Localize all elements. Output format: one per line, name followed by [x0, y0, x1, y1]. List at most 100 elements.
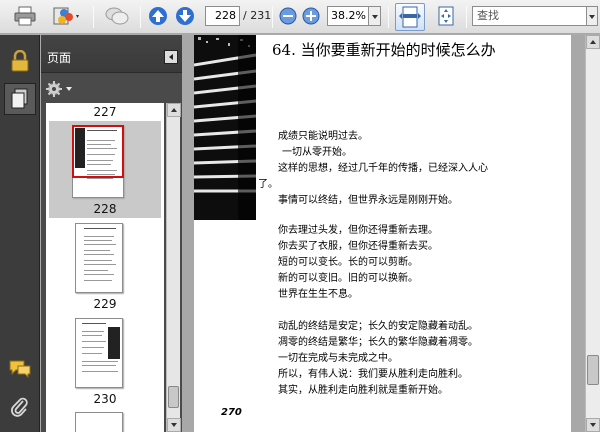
page-number-input[interactable]: 228: [205, 6, 240, 26]
toolbar-separator: [93, 6, 94, 28]
speech-bubbles-icon: [105, 7, 129, 25]
thumbnail-text-line: [84, 244, 116, 245]
thumbnail-text-line: [84, 236, 114, 237]
thumbnail-scrollbar[interactable]: [166, 103, 181, 432]
collapse-panel-button[interactable]: [164, 50, 178, 64]
visible-area-indicator[interactable]: [72, 125, 124, 178]
document-viewport[interactable]: 64. 当你要重新开始的时候怎么办 成绩只能说明过去。 一切从零开始。 这样的思…: [182, 35, 585, 432]
zoom-level-input[interactable]: 38.2%: [327, 6, 369, 26]
toolbar-separator: [272, 6, 273, 28]
scroll-thumb[interactable]: [168, 386, 179, 408]
document-text-line: 这样的思想，经过几千年的传播，已经深入人心: [278, 163, 488, 174]
toolbar-separator: [388, 6, 389, 28]
people-share-icon: [53, 7, 79, 25]
document-text-line: 动乱的终结是安定；长久的安定隐藏着动乱。: [278, 321, 478, 332]
toolbar-separator: [466, 6, 467, 28]
thumbnail-list: 227 228 229 230: [46, 103, 164, 432]
document-text-line: 一切从零开始。: [282, 147, 352, 158]
find-input[interactable]: 查找: [472, 6, 587, 26]
lock-icon: [11, 50, 29, 72]
scroll-up-button[interactable]: [167, 103, 181, 117]
document-text-line: 一切在完成与未完成之中。: [278, 353, 398, 364]
pages-panel-button[interactable]: [4, 83, 36, 115]
find-dropdown-button[interactable]: [587, 6, 598, 26]
pages-panel: 页面 227 228 229 230: [41, 35, 182, 432]
security-button[interactable]: [4, 45, 36, 77]
document-text-line: 你去买了衣服，但你还得重新去买。: [278, 241, 438, 252]
document-text-line: 凋零的终结是繁华；长久的繁华隐藏着凋零。: [278, 337, 478, 348]
thumbnail-page-231[interactable]: [75, 412, 123, 432]
thumbnail-text-line: [82, 335, 102, 336]
thumbnail-text-line: [82, 331, 104, 332]
printer-icon: [14, 6, 36, 26]
scroll-down-button[interactable]: [586, 418, 600, 432]
thumbnail-image: [108, 327, 120, 359]
comment-button[interactable]: [100, 5, 134, 27]
thumbnail-text-line: [84, 250, 110, 251]
zoom-in-button[interactable]: [301, 5, 321, 27]
thumbnail-text-line: [87, 178, 113, 179]
share-button[interactable]: [50, 5, 84, 27]
zoom-dropdown-button[interactable]: [369, 6, 381, 26]
minus-circle-icon: [279, 7, 297, 25]
paperclip-icon: [11, 397, 28, 417]
thumbnail-text-line: [84, 240, 112, 241]
thumbnail-text-line: [82, 371, 118, 372]
thumbnail-text-line: [84, 280, 112, 281]
thumbnail-label: 230: [93, 392, 117, 406]
document-text-line: 其实，从胜利走向胜利就是重新开始。: [278, 385, 448, 396]
fit-page-icon: [438, 6, 454, 26]
thumbnail-label: 229: [93, 297, 117, 311]
document-scrollbar[interactable]: [585, 35, 600, 432]
panel-header: 页面: [41, 35, 182, 73]
thumbnail-text-line: [84, 264, 116, 265]
toolbar: 228 / 231 38.2% 查找: [0, 0, 600, 34]
thumbnail-label: 228: [93, 202, 117, 216]
fit-width-icon: [399, 6, 421, 28]
thumbnail-label: 227: [93, 105, 117, 119]
arrow-down-icon: [176, 7, 194, 25]
document-text-line: 新的可以变旧。旧的可以换新。: [278, 273, 418, 284]
pages-icon: [11, 88, 28, 109]
fit-width-button[interactable]: [395, 3, 425, 31]
next-page-button[interactable]: [174, 5, 196, 27]
document-text-line: 短的可以变长。长的可以剪断。: [278, 257, 418, 268]
toolbar-separator: [140, 6, 141, 28]
document-text-line: 成绩只能说明过去。: [278, 131, 368, 142]
page-total-label: / 231: [243, 9, 272, 22]
arrow-up-icon: [149, 7, 167, 25]
document-text-line: 世界在生生不息。: [278, 289, 358, 300]
comments-button[interactable]: [4, 353, 36, 385]
document-page: 64. 当你要重新开始的时候怎么办 成绩只能说明过去。 一切从零开始。 这样的思…: [194, 35, 571, 432]
thumbnail-page-230[interactable]: [75, 318, 123, 388]
panel-title: 页面: [47, 51, 72, 65]
thumbnail-text-line: [84, 228, 116, 229]
thumbnail-text-line: [84, 254, 114, 255]
gear-icon: [46, 81, 72, 97]
thumbnail-text-line: [82, 365, 116, 366]
scroll-down-button[interactable]: [167, 418, 181, 432]
thumbnail-text-line: [84, 260, 112, 261]
staircase-photo: [194, 35, 256, 220]
document-text-line: 事情可以终结，但世界永远是刚刚开始。: [278, 195, 458, 206]
thumbnail-page-229[interactable]: [75, 223, 123, 293]
thumbnail-text-line: [82, 353, 102, 354]
comment-bubbles-icon: [9, 360, 31, 379]
thumbnail-text-line: [82, 361, 118, 362]
thumbnail-text-line: [82, 323, 106, 324]
document-text-line: 所以，有伟人说：我们要从胜利走向胜利。: [278, 369, 468, 380]
document-text-line: 你去理过头发，但你还得重新去理。: [278, 225, 438, 236]
attachments-button[interactable]: [4, 391, 36, 423]
plus-circle-icon: [302, 7, 320, 25]
fit-page-button[interactable]: [432, 5, 460, 27]
print-button[interactable]: [8, 5, 42, 27]
document-text-line: 了。: [258, 179, 278, 190]
scroll-thumb[interactable]: [587, 355, 599, 385]
navigation-rail: [0, 35, 40, 432]
printed-page-number: 270: [221, 407, 242, 418]
scroll-up-button[interactable]: [586, 35, 600, 49]
previous-page-button[interactable]: [147, 5, 169, 27]
panel-options-button[interactable]: [45, 79, 75, 99]
document-heading: 64. 当你要重新开始的时候怎么办: [272, 41, 496, 59]
zoom-out-button[interactable]: [278, 5, 298, 27]
